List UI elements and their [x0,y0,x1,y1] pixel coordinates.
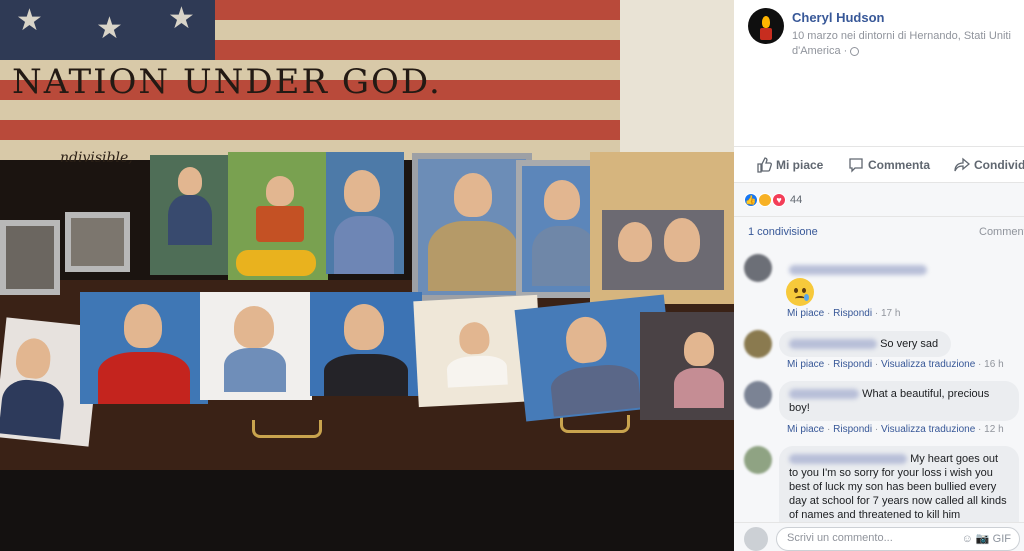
speech-bubble-icon [849,158,863,173]
wall [620,0,734,170]
candle-flame-icon [762,16,770,28]
share-button-label: Condividi [974,158,1024,172]
sad-emoji-icon [786,278,814,306]
post-location-tail: d'America · [792,45,851,57]
post-meta: 10 marzo nei dintorni di Hernando, Stati… [792,29,1020,59]
child-photo [326,152,404,274]
comment-text: So very sad [880,338,939,350]
comment-bubble: So very sad [779,331,951,357]
thumbs-up-icon [757,157,772,173]
comment-input[interactable]: Scrivi un commento... ☺ 📷 GIF [776,527,1020,551]
post-photo[interactable]: ★ ★ ★ NATION UNDER GOD. ndivisible, [0,0,734,551]
drawer-handle [252,420,322,438]
comment-actions: Mi piace · Rispondi · Visualizza traduzi… [787,424,1004,435]
child-photo [228,152,328,280]
post-sidebar: Cheryl Hudson 10 marzo nei dintorni di H… [734,0,1024,551]
child-photo [310,292,422,396]
comment-time[interactable]: 12 h [984,424,1003,435]
commenter-name-blurred[interactable] [789,389,859,400]
author-avatar[interactable] [748,8,784,44]
commenter-avatar[interactable] [744,330,772,358]
comment-time[interactable]: 16 h [984,359,1003,370]
sad-icon [758,193,772,207]
comment-input-placeholder: Scrivi un commento... [787,532,893,544]
comment-button[interactable]: Commenta [848,157,930,173]
reaction-count[interactable]: 44 [790,194,802,206]
comment-text-continued: to you I'm so sorry for your loss i wish… [789,467,1007,521]
comment-text: My heart goes out [910,453,999,465]
candle-icon [760,28,772,40]
child-photo [150,155,230,275]
commenter-avatar[interactable] [744,381,772,409]
comment-bubble: My heart goes out to you I'm so sorry fo… [779,446,1019,526]
love-icon: ♥ [772,193,786,207]
gif-icon[interactable]: GIF [993,533,1011,545]
flag-script-text: ndivisible, [60,150,133,166]
commenter-avatar[interactable] [744,254,772,282]
author-name[interactable]: Cheryl Hudson [792,10,884,25]
child-photo [200,292,312,400]
like-icon: 👍 [744,193,758,207]
star-icon: ★ [168,2,195,35]
decorated-frame [590,152,734,304]
composer-icons: ☺ 📷 GIF [962,532,1011,545]
comment-time[interactable]: 17 h [881,308,900,319]
framed-photo [412,153,532,301]
reactions-bar[interactable]: 👍 ♥ 44 [734,182,1024,216]
post-date-location[interactable]: 10 marzo nei dintorni di Hernando, Stati… [792,30,1011,42]
framed-photo [65,212,130,272]
commenter-avatar[interactable] [744,446,772,474]
comment-reply-link[interactable]: Rispondi [833,424,872,435]
commenter-name-blurred[interactable] [789,454,907,465]
comment-like-link[interactable]: Mi piace [787,308,824,319]
comments-list: Mi piace · Rispondi · 17 h So very sad M… [734,246,1024,526]
comment-actions: Mi piace · Rispondi · Visualizza traduzi… [787,359,1004,370]
framed-photo [0,220,60,295]
child-photo [640,312,734,420]
drawer-handle [560,415,630,433]
commenter-name-blurred[interactable] [789,261,927,279]
globe-icon [850,46,860,56]
viewer-avatar [744,527,768,551]
share-count-bar: 1 condivisione Commenti [734,216,1024,246]
translate-link[interactable]: Visualizza traduzione [881,359,975,370]
like-button[interactable]: Mi piace [756,157,823,173]
floor [0,470,734,551]
like-button-label: Mi piace [776,158,824,172]
star-icon: ★ [16,4,43,37]
comment-button-label: Commenta [868,158,931,172]
comment-like-link[interactable]: Mi piace [787,424,824,435]
comment-reply-link[interactable]: Rispondi [833,359,872,370]
commenter-name-blurred[interactable] [789,339,877,350]
star-icon: ★ [96,12,123,45]
comment-reply-link[interactable]: Rispondi [833,308,872,319]
translate-link[interactable]: Visualizza traduzione [881,424,975,435]
share-arrow-icon [954,157,971,172]
share-count[interactable]: 1 condivisione [748,226,818,238]
post-actions: Mi piace Commenta Condividi [734,146,1024,180]
emoji-icon[interactable]: ☺ [962,533,973,545]
comment-composer: Scrivi un commento... ☺ 📷 GIF [734,522,1024,551]
comment-like-link[interactable]: Mi piace [787,359,824,370]
comments-count[interactable]: Commenti [979,226,1024,238]
camera-icon[interactable]: 📷 [976,533,990,545]
comment-actions: Mi piace · Rispondi · 17 h [787,308,901,319]
flag-banner: ★ ★ ★ NATION UNDER GOD. [0,0,620,160]
flag-canton: ★ ★ ★ [0,0,215,60]
comment-bubble: What a beautiful, precious boy! [779,381,1019,421]
share-button[interactable]: Condividi [954,157,1024,173]
child-photo [80,292,208,404]
flag-motto: NATION UNDER GOD. [12,62,442,102]
